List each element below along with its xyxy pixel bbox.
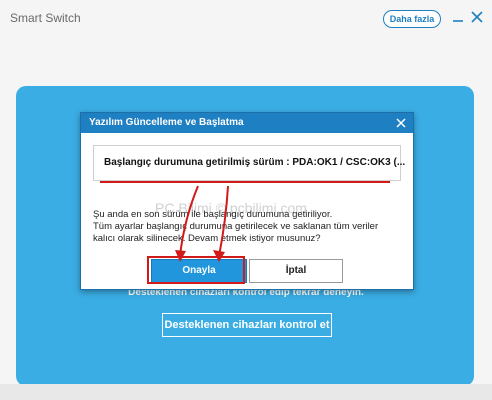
version-box: Başlangıç durumuna getirilmiş sürüm : PD… [93,145,405,181]
check-devices-button[interactable]: Desteklenen cihazları kontrol et [162,313,332,337]
message-line: Tüm ayarlar başlangıç durumuna getirilec… [93,221,379,232]
app-title: Smart Switch [10,11,81,25]
more-button[interactable]: Daha fazla [383,10,441,28]
bottom-strip [0,384,492,400]
red-underline-annotation [100,181,390,183]
dialog-message: Şu anda en son sürüm ile başlangıç durum… [93,209,405,245]
smart-switch-window: Smart Switch Daha fazla Desteklenen ciha… [0,0,492,400]
red-box-annotation [147,256,245,284]
message-line: Şu anda en son sürüm ile başlangıç durum… [93,209,333,220]
dialog-title: Yazılım Güncelleme ve Başlatma [89,117,244,128]
title-bar: Smart Switch Daha fazla [0,0,492,36]
close-icon[interactable] [394,116,408,130]
dialog-title-bar: Yazılım Güncelleme ve Başlatma [81,113,413,133]
minimize-icon[interactable] [451,10,465,24]
close-icon[interactable] [470,10,484,24]
message-line: kalıcı olarak silinecek. Devam etmek ist… [93,233,321,244]
version-line: Başlangıç durumuna getirilmiş sürüm : PD… [104,157,406,168]
update-dialog: Yazılım Güncelleme ve Başlatma Başlangıç… [80,112,414,290]
cancel-button[interactable]: İptal [249,259,343,283]
